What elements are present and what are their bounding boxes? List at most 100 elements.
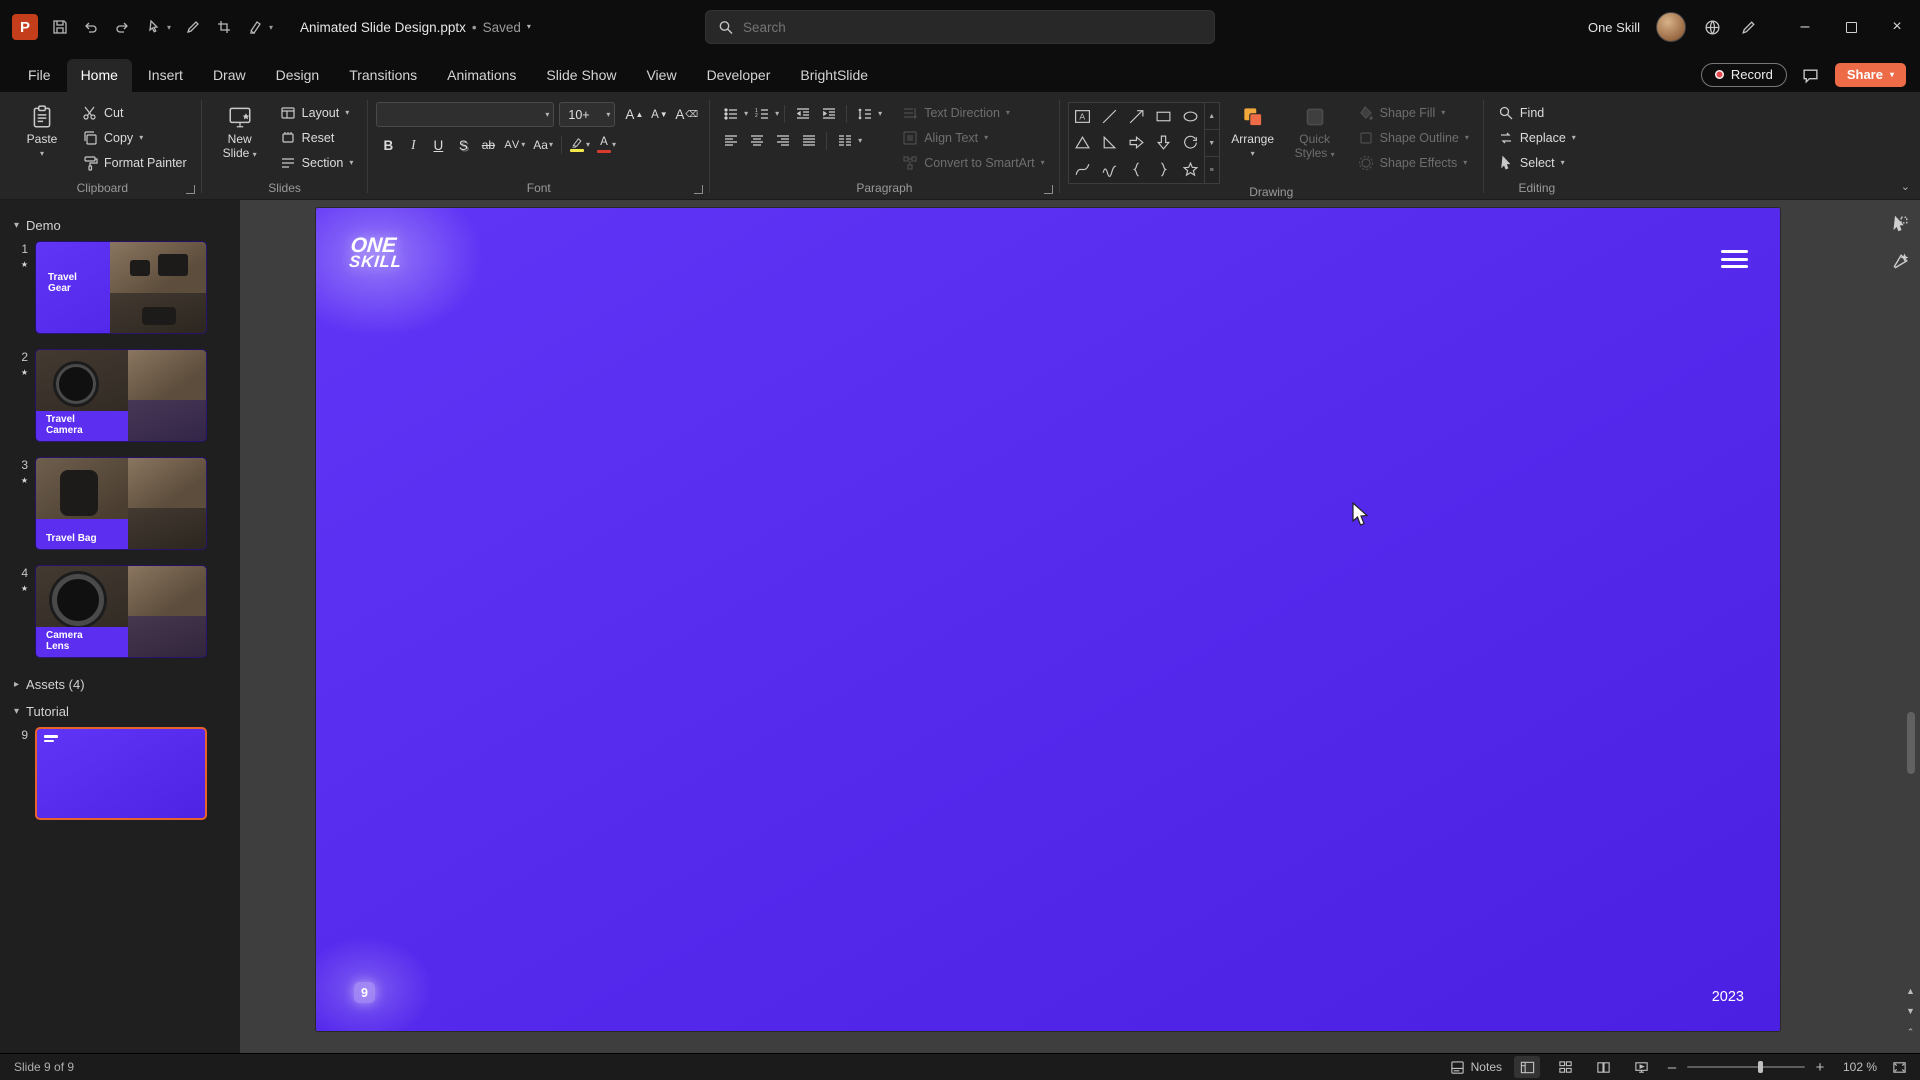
cut-button[interactable]: Cut bbox=[76, 102, 193, 124]
numbering-button[interactable]: 12 bbox=[749, 102, 774, 126]
slide-page-number-badge[interactable]: 9 bbox=[354, 982, 375, 1003]
tab-draw[interactable]: Draw bbox=[199, 59, 260, 92]
fit-slide-to-window-button[interactable] bbox=[1886, 1056, 1912, 1078]
shape-effects-button[interactable]: Shape Effects ▾ bbox=[1352, 152, 1475, 174]
bullets-caret-icon[interactable]: ▾ bbox=[744, 110, 748, 118]
search-bar[interactable] bbox=[705, 10, 1215, 44]
comments-icon[interactable] bbox=[1801, 65, 1821, 85]
shapes-scroll-up-icon[interactable]: ▲ bbox=[1205, 103, 1219, 130]
circular-arrow-shape-icon[interactable] bbox=[1177, 130, 1204, 157]
arrange-button[interactable]: Arrange ▾ bbox=[1224, 98, 1282, 158]
underline-button[interactable]: U bbox=[426, 133, 450, 157]
text-box-shape-icon[interactable]: A bbox=[1069, 103, 1096, 130]
designer-tool-icon[interactable] bbox=[1886, 248, 1914, 276]
copy-button[interactable]: Copy ▾ bbox=[76, 127, 193, 149]
slide-sorter-view-button[interactable] bbox=[1552, 1056, 1578, 1078]
text-highlight-color-button[interactable]: ▾ bbox=[567, 133, 593, 157]
decrease-indent-button[interactable] bbox=[790, 102, 815, 126]
shapes-gallery-more-icon[interactable]: ≡ bbox=[1205, 157, 1219, 183]
align-left-button[interactable] bbox=[718, 129, 743, 153]
numbering-caret-icon[interactable]: ▾ bbox=[775, 110, 779, 118]
slide-editing-canvas[interactable]: ONE SKILL 9 2023 ▲ ▼ bbox=[240, 200, 1920, 1053]
quick-styles-button[interactable]: QuickStyles ▾ bbox=[1286, 98, 1344, 161]
oval-shape-icon[interactable] bbox=[1177, 103, 1204, 130]
align-text-button[interactable]: Align Text ▾ bbox=[896, 127, 1050, 149]
line-spacing-caret-icon[interactable]: ▾ bbox=[878, 110, 882, 118]
close-button[interactable]: × bbox=[1874, 0, 1920, 54]
highlighter-caret-icon[interactable]: ▾ bbox=[269, 23, 273, 32]
notes-button[interactable]: Notes bbox=[1450, 1060, 1502, 1075]
reading-view-button[interactable] bbox=[1590, 1056, 1616, 1078]
slide-thumbnail-9[interactable]: 9 bbox=[0, 727, 240, 820]
zoom-level[interactable]: 102 % bbox=[1835, 1060, 1877, 1074]
next-slide-button[interactable]: ▼ bbox=[1904, 1004, 1917, 1017]
font-name-combo[interactable]: ▾ bbox=[376, 102, 554, 127]
tab-brightslide[interactable]: BrightSlide bbox=[786, 59, 882, 92]
normal-view-button[interactable] bbox=[1514, 1056, 1540, 1078]
tab-developer[interactable]: Developer bbox=[693, 59, 785, 92]
right-brace-shape-icon[interactable] bbox=[1150, 156, 1177, 183]
font-size-combo[interactable]: 10+ ▾ bbox=[559, 102, 615, 127]
slide-9[interactable]: ONE SKILL 9 2023 bbox=[316, 208, 1780, 1031]
maximize-button[interactable] bbox=[1828, 0, 1874, 54]
redo-icon[interactable] bbox=[113, 18, 131, 36]
align-right-button[interactable] bbox=[770, 129, 795, 153]
minimize-button[interactable]: – bbox=[1782, 0, 1828, 54]
triangle-shape-icon[interactable] bbox=[1069, 130, 1096, 157]
slide-counter[interactable]: Slide 9 of 9 bbox=[14, 1060, 74, 1074]
new-slide-button[interactable]: NewSlide ▾ bbox=[210, 98, 270, 161]
arrow-line-shape-icon[interactable] bbox=[1123, 103, 1150, 130]
zoom-out-button[interactable]: – bbox=[1666, 1059, 1678, 1076]
change-case-button[interactable]: Aa▾ bbox=[530, 133, 556, 157]
bold-button[interactable]: B bbox=[376, 133, 400, 157]
italic-button[interactable]: I bbox=[401, 133, 425, 157]
zoom-in-button[interactable]: + bbox=[1814, 1059, 1826, 1076]
pen-icon[interactable] bbox=[184, 18, 202, 36]
tab-home[interactable]: Home bbox=[67, 59, 132, 92]
align-center-button[interactable] bbox=[744, 129, 769, 153]
screen-clip-icon[interactable] bbox=[215, 18, 233, 36]
share-button[interactable]: Share ▾ bbox=[1835, 63, 1906, 87]
collapse-ribbon-icon[interactable]: ⌄ bbox=[1901, 180, 1910, 193]
star-shape-icon[interactable] bbox=[1177, 156, 1204, 183]
line-shape-icon[interactable] bbox=[1096, 103, 1123, 130]
increase-font-size-button[interactable]: A▲ bbox=[622, 103, 646, 127]
section-tutorial-expand-icon[interactable]: ▾ bbox=[14, 706, 19, 717]
zoom-slider[interactable] bbox=[1687, 1066, 1805, 1068]
scroll-split-handle-icon[interactable]: ⌃ bbox=[1904, 1026, 1917, 1039]
document-title[interactable]: Animated Slide Design.pptx • Saved ▾ bbox=[300, 20, 531, 35]
tab-insert[interactable]: Insert bbox=[134, 59, 197, 92]
slide-thumbnail-3[interactable]: 3 ★ Travel Bag bbox=[0, 457, 240, 550]
paragraph-dialog-launcher-icon[interactable] bbox=[1044, 185, 1053, 194]
previous-slide-button[interactable]: ▲ bbox=[1904, 984, 1917, 997]
tab-animations[interactable]: Animations bbox=[433, 59, 530, 92]
highlighter-icon[interactable] bbox=[246, 18, 264, 36]
columns-button[interactable] bbox=[832, 129, 857, 153]
record-button[interactable]: Record bbox=[1701, 63, 1787, 87]
section-header-demo[interactable]: ▾ Demo bbox=[0, 214, 240, 241]
shape-outline-button[interactable]: Shape Outline ▾ bbox=[1352, 127, 1475, 149]
thumbnail-canvas[interactable]: Travel Camera bbox=[35, 349, 207, 442]
tab-transitions[interactable]: Transitions bbox=[335, 59, 431, 92]
search-input[interactable] bbox=[743, 20, 1202, 35]
clipboard-dialog-launcher-icon[interactable] bbox=[186, 185, 195, 194]
select-button[interactable]: Select ▾ bbox=[1492, 152, 1582, 174]
thumbnail-canvas[interactable]: Camera Lens bbox=[35, 565, 207, 658]
format-painter-button[interactable]: Format Painter bbox=[76, 152, 193, 174]
slide-year-text[interactable]: 2023 bbox=[1712, 989, 1744, 1005]
bullets-button[interactable] bbox=[718, 102, 743, 126]
touch-mouse-mode-icon[interactable] bbox=[144, 18, 162, 36]
title-caret-icon[interactable]: ▾ bbox=[527, 23, 531, 31]
oneskill-logo[interactable]: ONE SKILL bbox=[348, 236, 404, 270]
hamburger-menu-icon[interactable] bbox=[1721, 250, 1748, 273]
character-spacing-button[interactable]: AV▾ bbox=[501, 133, 529, 157]
editing-mode-icon[interactable] bbox=[1738, 17, 1758, 37]
section-button[interactable]: Section ▾ bbox=[274, 152, 360, 174]
section-header-tutorial[interactable]: ▾ Tutorial bbox=[0, 700, 240, 727]
font-dialog-launcher-icon[interactable] bbox=[694, 185, 703, 194]
replace-button[interactable]: Replace ▾ bbox=[1492, 127, 1582, 149]
line-spacing-button[interactable] bbox=[852, 102, 877, 126]
thumbnail-canvas-selected[interactable] bbox=[35, 727, 207, 820]
columns-caret-icon[interactable]: ▾ bbox=[858, 137, 862, 145]
shapes-scroll-down-icon[interactable]: ▼ bbox=[1205, 130, 1219, 157]
